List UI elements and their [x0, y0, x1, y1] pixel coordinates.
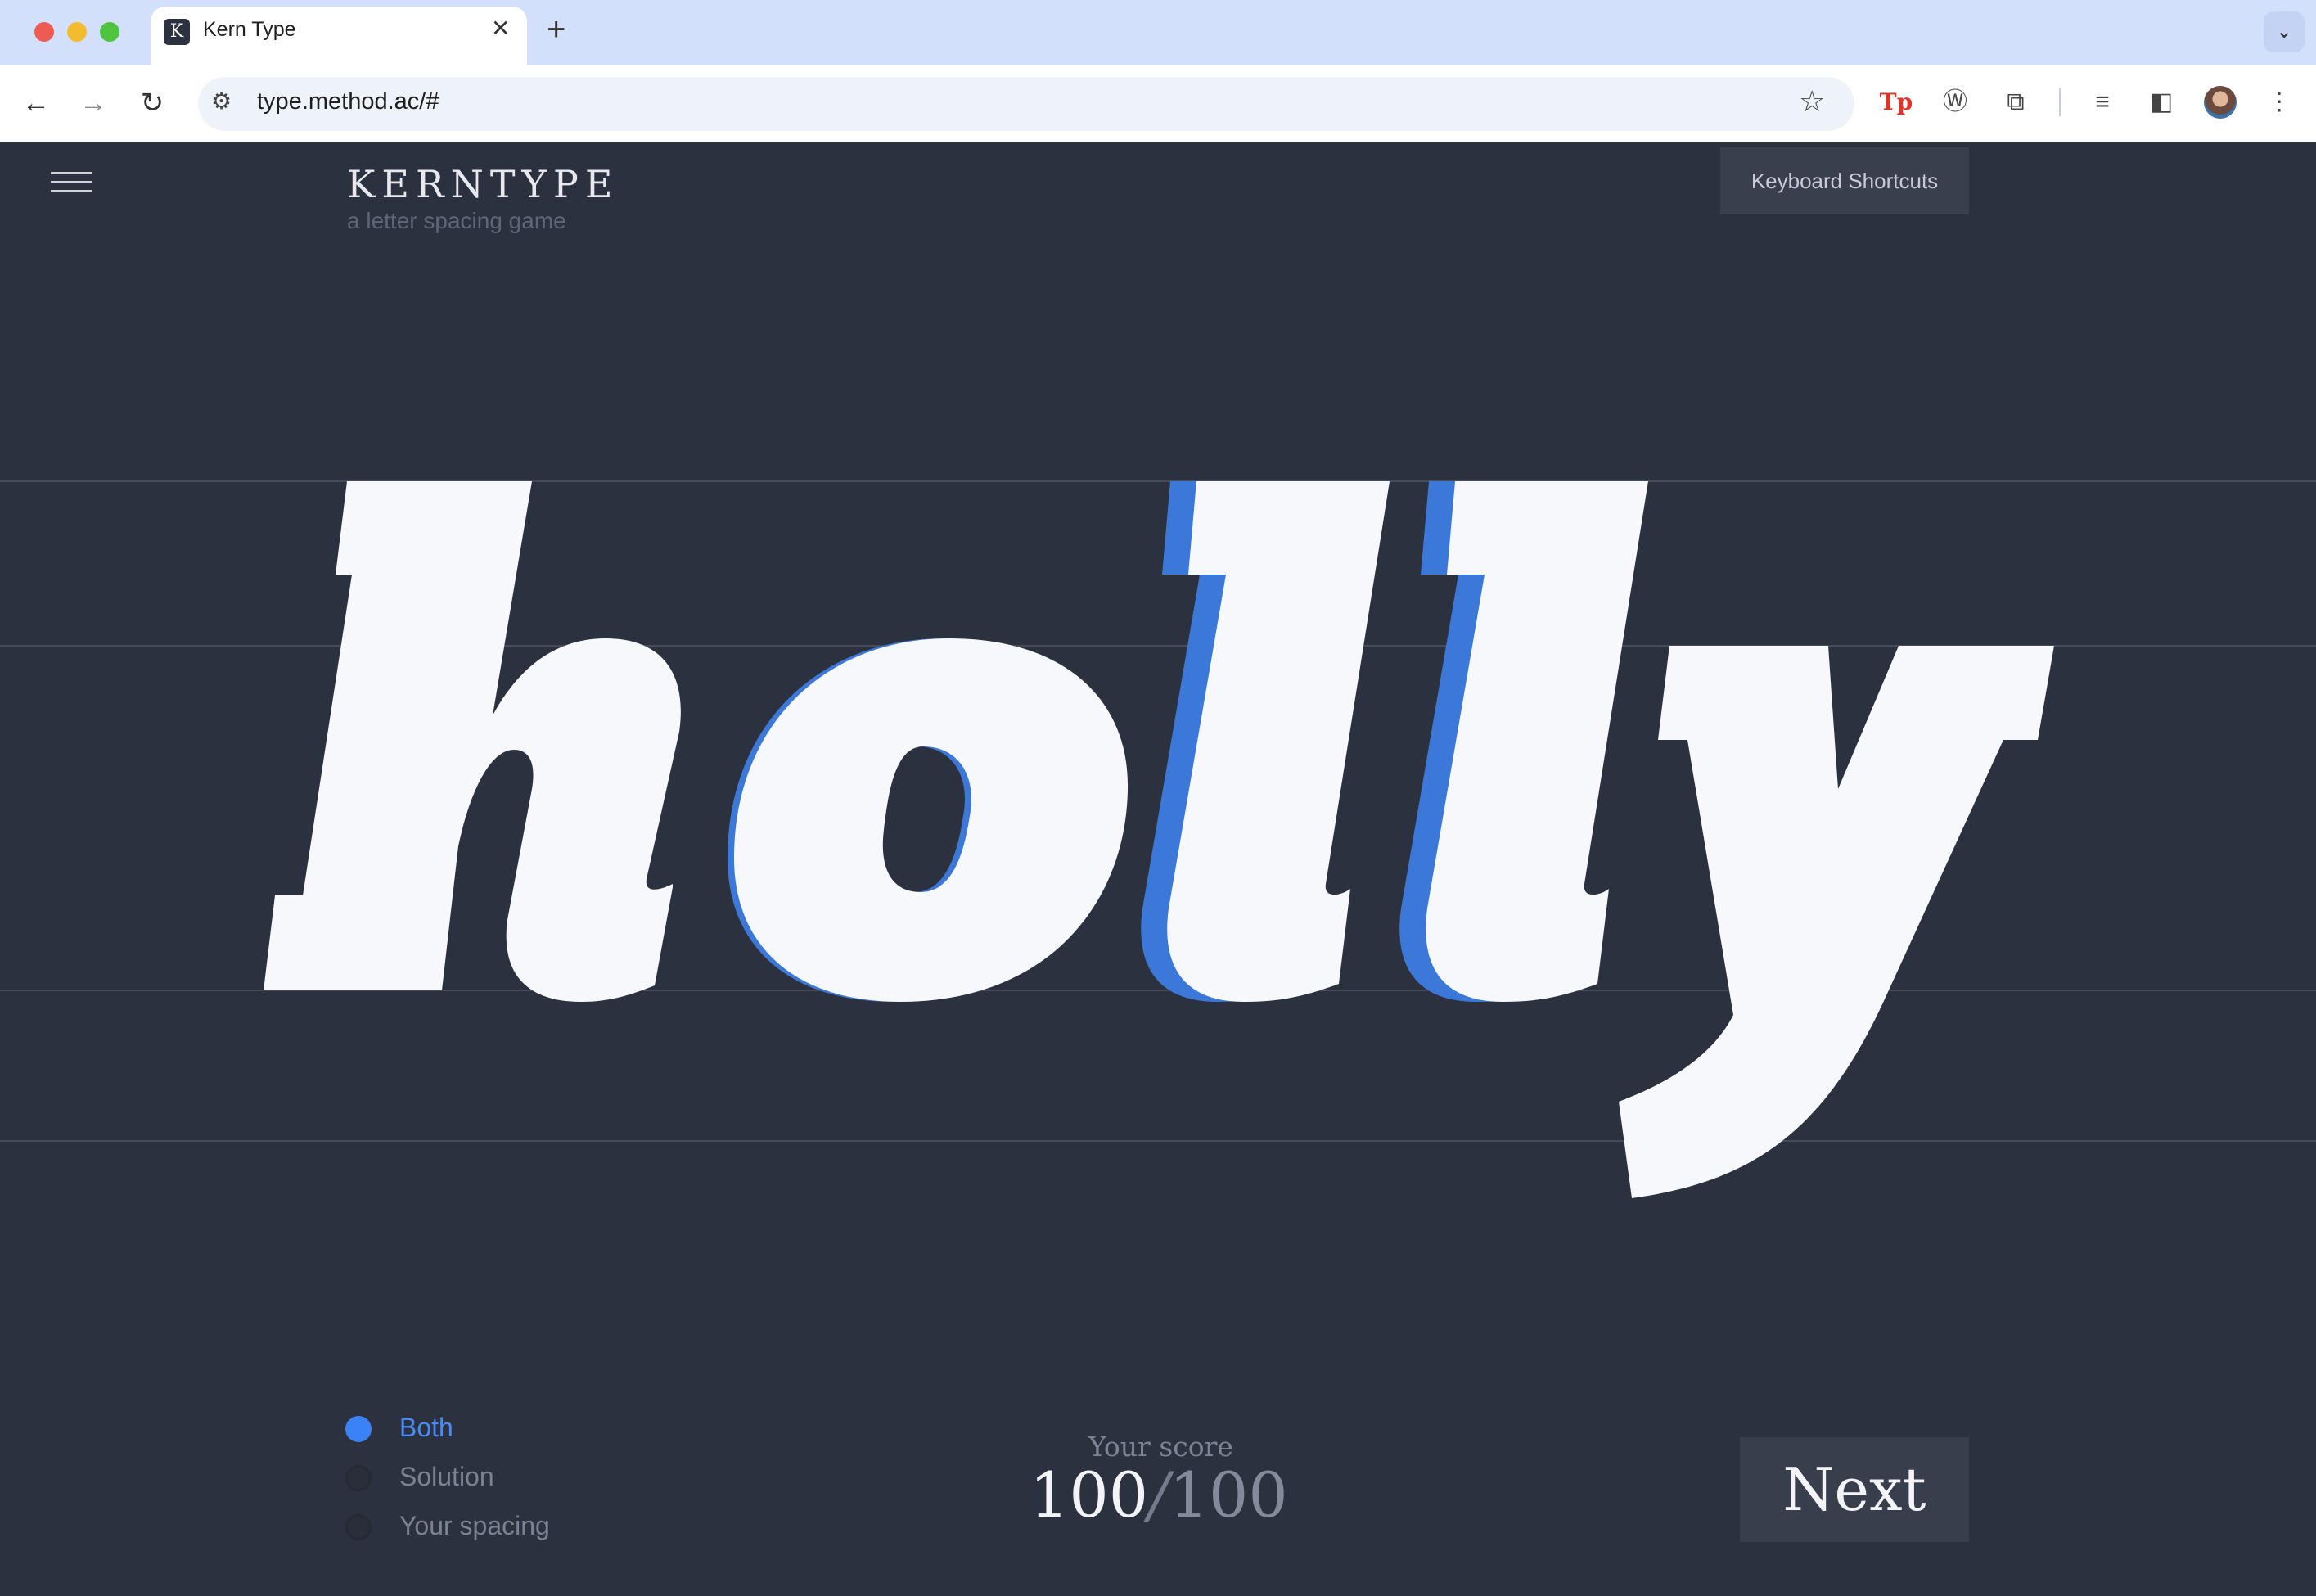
score-value: 100 [1030, 1458, 1149, 1531]
toolbar-divider [2059, 88, 2061, 116]
reload-icon[interactable]: ↻ [131, 82, 173, 124]
next-button[interactable]: Next [1740, 1437, 1969, 1542]
radio-your-spacing[interactable] [345, 1514, 372, 1540]
radio-solution[interactable] [345, 1465, 372, 1491]
view-option-label: Solution [399, 1462, 494, 1491]
site-settings-icon[interactable]: ⚙ [211, 88, 232, 115]
score-max: 100 [1169, 1458, 1288, 1531]
score-display: 100/100 [1030, 1458, 1288, 1531]
address-bar[interactable] [198, 77, 1854, 131]
view-option-label: Your spacing [399, 1511, 550, 1540]
radio-both[interactable] [345, 1416, 372, 1442]
forward-icon[interactable]: → [72, 82, 115, 124]
tab-title: Kern Type [203, 18, 296, 41]
url-text[interactable]: type.method.ac/# [257, 88, 439, 115]
tab-search-icon[interactable]: ⌄ [2264, 11, 2305, 52]
favicon-icon: K [164, 19, 190, 45]
profile-avatar[interactable] [2204, 86, 2237, 119]
bookmark-star-icon[interactable]: ☆ [1799, 84, 1825, 119]
close-window-button[interactable] [34, 22, 54, 42]
letter-l1 [1167, 481, 1390, 1002]
tp-extension-icon[interactable]: Tp [1879, 85, 1913, 119]
letter-h [264, 481, 681, 1002]
extensions-puzzle-icon[interactable]: ⧉ [1998, 85, 2033, 119]
word-stage [0, 480, 2316, 1198]
minimize-window-button[interactable] [67, 22, 87, 42]
letter-y [1619, 646, 2054, 1198]
side-panel-icon[interactable]: ◧ [2144, 85, 2179, 119]
letter-o [733, 638, 1129, 1002]
media-controls-icon[interactable]: ≡ [2085, 85, 2120, 119]
more-menu-icon[interactable]: ⋮ [2262, 85, 2296, 119]
letter-l2 [1426, 481, 1648, 1002]
w-extension-icon[interactable]: Ⓦ [1938, 85, 1972, 119]
score-separator: / [1148, 1458, 1169, 1531]
close-tab-icon[interactable]: ✕ [491, 15, 510, 42]
back-icon[interactable]: ← [15, 82, 57, 124]
new-tab-icon[interactable]: + [547, 11, 565, 48]
maximize-window-button[interactable] [100, 22, 119, 42]
view-option-label: Both [399, 1413, 453, 1442]
